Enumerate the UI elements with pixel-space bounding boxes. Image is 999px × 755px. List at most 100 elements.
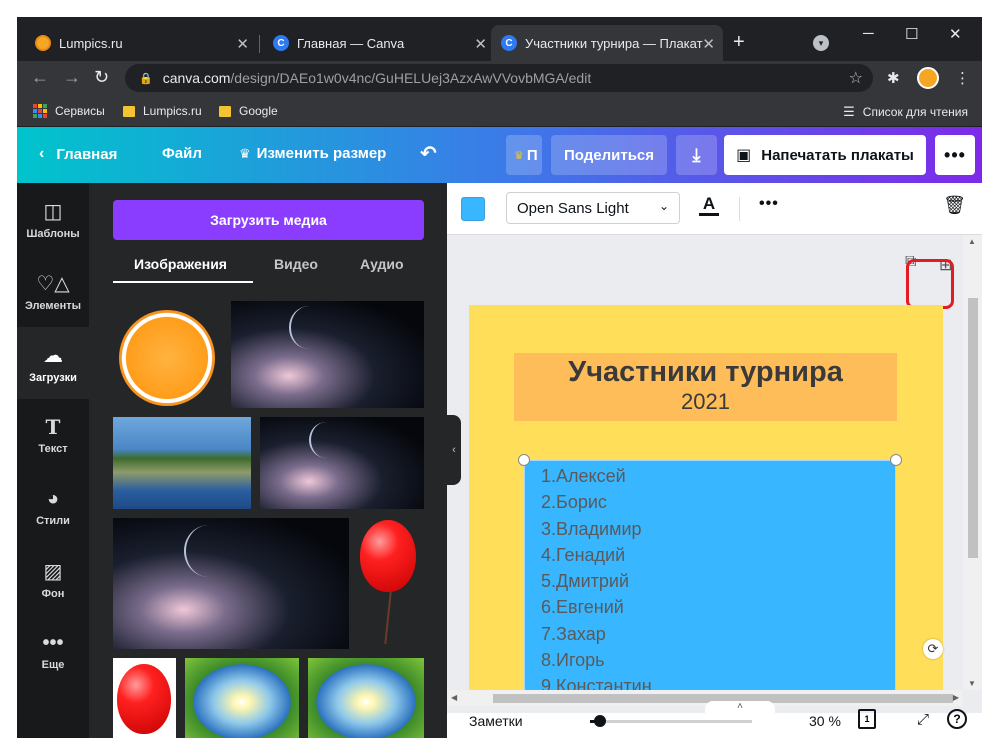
crown-icon: ♛ [239, 145, 251, 161]
share-button[interactable]: Поделиться [551, 135, 667, 175]
image-red-balloon[interactable] [357, 518, 424, 649]
forward-icon[interactable]: → [63, 67, 81, 88]
rail-label: Стили [36, 514, 70, 527]
expand-notes-icon[interactable]: ˄ [705, 701, 775, 713]
image-sunny-field[interactable] [308, 658, 424, 738]
rail-label: Еще [41, 658, 65, 671]
fullscreen-icon[interactable]: ⤢ [917, 711, 929, 728]
poster-title: Участники турнира [568, 356, 843, 388]
notes-button[interactable]: Заметки [469, 713, 523, 729]
tab-search-icon[interactable]: ▾ [813, 35, 829, 51]
participant-item: 8.Игорь [541, 650, 605, 671]
tab-canva-design[interactable]: C Участники турнира — Плакат ✕ [491, 25, 723, 61]
bookmark-label: Сервисы [55, 104, 105, 118]
rail-templates[interactable]: ◫ Шаблоны [17, 183, 89, 255]
crown-icon: ♛ [514, 149, 524, 162]
bookmark-google[interactable]: Google [219, 104, 278, 118]
image-space-planet[interactable] [231, 301, 424, 408]
minimize-icon[interactable]: ─ [863, 25, 874, 42]
collapse-panel-icon[interactable]: ‹ [447, 415, 461, 485]
help-icon[interactable]: ? [947, 709, 967, 729]
tab-images[interactable]: Изображения [134, 256, 227, 272]
file-menu[interactable]: Файл [162, 145, 202, 162]
address-bar[interactable]: 🔒 canva.com /design/DAEo1w0v4nc/GuHELUej… [125, 64, 873, 92]
editor-footer: Заметки 30 % 1 ⤢ ? [447, 709, 982, 738]
image-island-town[interactable] [113, 417, 251, 509]
image-space-planet[interactable] [260, 417, 424, 509]
image-space-planet[interactable] [113, 518, 349, 649]
browser-window: Lumpics.ru ✕ C Главная — Canva ✕ C Участ… [17, 17, 982, 738]
close-tab-icon[interactable]: ✕ [236, 35, 249, 53]
rail-background[interactable]: ▨ Фон [17, 543, 89, 615]
trash-icon[interactable]: 🗑 [943, 195, 966, 216]
zoom-slider[interactable] [590, 715, 752, 727]
text-color-button[interactable]: A [699, 195, 719, 216]
editor-toolbar: Open Sans Light ⌄ A ••• 🗑 [447, 183, 982, 235]
extensions-icon[interactable]: ✱ [887, 69, 900, 87]
pro-button[interactable]: ♛ П [506, 135, 542, 175]
rail-styles[interactable]: ◕ Стили [17, 471, 89, 543]
rail-elements[interactable]: ♡△ Элементы [17, 255, 89, 327]
reload-icon[interactable]: ↻ [94, 67, 109, 88]
home-link[interactable]: ‹ Главная [39, 145, 117, 163]
side-rail: ◫ Шаблоны ♡△ Элементы ☁ Загрузки T Текст… [17, 183, 89, 738]
bookmark-label: Google [239, 104, 278, 118]
zoom-level[interactable]: 30 % [809, 713, 841, 729]
undo-icon[interactable]: ↶ [420, 141, 437, 166]
reading-list-icon: ☰ [843, 104, 855, 119]
bookmark-services[interactable]: Сервисы [33, 104, 105, 118]
poster-canvas[interactable]: Участники турнира 2021 1.Алексей 2.Борис 3… [469, 305, 943, 705]
image-orange-slice[interactable] [119, 310, 215, 406]
more-options-icon[interactable]: ••• [935, 135, 975, 175]
bookmark-lumpics[interactable]: Lumpics.ru [123, 104, 202, 118]
tab-audio[interactable]: Аудио [360, 256, 404, 272]
resize-handle[interactable] [518, 454, 530, 466]
image-sunny-field[interactable] [185, 658, 299, 738]
chevron-down-icon: ⌄ [658, 199, 669, 213]
back-icon[interactable]: ← [31, 67, 49, 88]
rail-more[interactable]: ••• Еще [17, 615, 89, 687]
rail-uploads[interactable]: ☁ Загрузки [17, 327, 89, 399]
close-tab-icon[interactable]: ✕ [474, 35, 487, 53]
palette-icon: ◕ [46, 487, 60, 510]
tab-title: Lumpics.ru [59, 35, 123, 51]
rail-text[interactable]: T Текст [17, 399, 89, 471]
page-count-icon[interactable]: 1 [858, 709, 876, 729]
tab-video[interactable]: Видео [274, 256, 318, 272]
vertical-scrollbar[interactable]: ▲ ▼ [963, 235, 982, 690]
image-red-balloon[interactable] [113, 658, 176, 738]
close-window-icon[interactable]: ✕ [949, 25, 962, 43]
upload-media-button[interactable]: Загрузить медиа [113, 200, 424, 240]
horizontal-scrollbar[interactable]: ◀ ▶ [447, 690, 963, 706]
rotate-icon[interactable]: ⟳ [923, 639, 943, 659]
print-posters-button[interactable]: ▣ Напечатать плакаты [724, 135, 926, 175]
resize-button[interactable]: ♛ Изменить размер [239, 145, 386, 162]
resize-handle[interactable] [890, 454, 902, 466]
lock-icon: 🔒 [139, 72, 153, 85]
lumpics-orange-icon [35, 35, 51, 51]
editor-area: Open Sans Light ⌄ A ••• 🗑 ⧉ ⊞ Участники … [447, 183, 982, 738]
more-options-icon[interactable]: ••• [759, 195, 779, 213]
fill-color-swatch[interactable] [461, 197, 485, 221]
browser-menu-icon[interactable]: ⋮ [955, 69, 970, 87]
close-tab-icon[interactable]: ✕ [702, 35, 715, 53]
font-selector[interactable]: Open Sans Light ⌄ [506, 192, 680, 224]
participants-text-box[interactable]: 1.Алексей 2.Борис 3.Владимир 4.Генадий 5.Дми… [524, 460, 896, 705]
elements-icon: ♡△ [36, 272, 70, 295]
uploads-panel: Загрузить медиа Изображения Видео Аудио [89, 183, 447, 738]
folder-icon [219, 105, 231, 117]
text-icon: T [45, 415, 61, 439]
profile-avatar[interactable] [917, 67, 939, 89]
new-tab-icon[interactable]: + [733, 31, 745, 54]
zoom-slider-knob[interactable] [593, 715, 606, 727]
maximize-icon[interactable]: ☐ [905, 25, 918, 43]
tab-canva-home[interactable]: C Главная — Canva ✕ [263, 25, 495, 61]
reading-list[interactable]: ☰ Список для чтения [843, 104, 968, 120]
download-icon[interactable]: ⤓ [676, 135, 717, 175]
chevron-left-icon: ‹ [39, 145, 45, 162]
participants-list: 1.Алексей 2.Борис 3.Владимир 4.Генадий 5.Дми… [525, 461, 895, 700]
rail-label: Шаблоны [26, 227, 80, 240]
bookmark-star-icon[interactable]: ☆ [849, 68, 863, 88]
poster-title-box[interactable]: Участники турнира 2021 [514, 353, 897, 421]
tab-lumpics[interactable]: Lumpics.ru ✕ [25, 25, 257, 61]
